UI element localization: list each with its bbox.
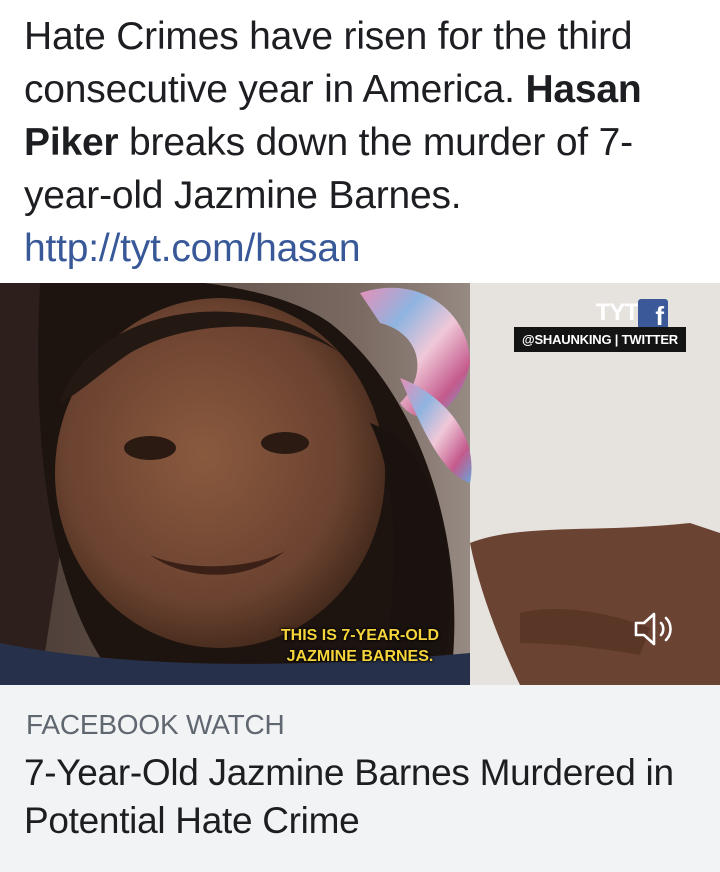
facebook-post: Hate Crimes have risen for the third con…: [0, 0, 720, 872]
speaker-icon: [634, 612, 672, 646]
link-attachment[interactable]: FACEBOOK WATCH 7-Year-Old Jazmine Barnes…: [0, 685, 720, 872]
post-link[interactable]: http://tyt.com/hasan: [24, 227, 361, 270]
video-player[interactable]: TYT f @SHAUNKING | TWITTER THIS IS 7-YEA…: [0, 283, 720, 685]
video-caption: THIS IS 7-YEAR-OLD JAZMINE BARNES.: [270, 625, 450, 667]
caption-line-2: JAZMINE BARNES.: [286, 648, 434, 665]
caption-line-1: THIS IS 7-YEAR-OLD: [280, 627, 440, 644]
attachment-source: FACEBOOK WATCH: [26, 709, 285, 740]
tyt-logo: TYT: [595, 299, 639, 326]
channel-watermark: TYT f @SHAUNKING | TWITTER: [510, 297, 690, 357]
post-body-text: Hate Crimes have risen for the third con…: [24, 10, 700, 275]
source-credit-tag: @SHAUNKING | TWITTER: [513, 327, 686, 352]
attachment-title[interactable]: 7-Year-Old Jazmine Barnes Murdered in Po…: [24, 749, 694, 845]
facebook-icon: f: [638, 299, 668, 331]
unmute-button[interactable]: [632, 609, 678, 649]
